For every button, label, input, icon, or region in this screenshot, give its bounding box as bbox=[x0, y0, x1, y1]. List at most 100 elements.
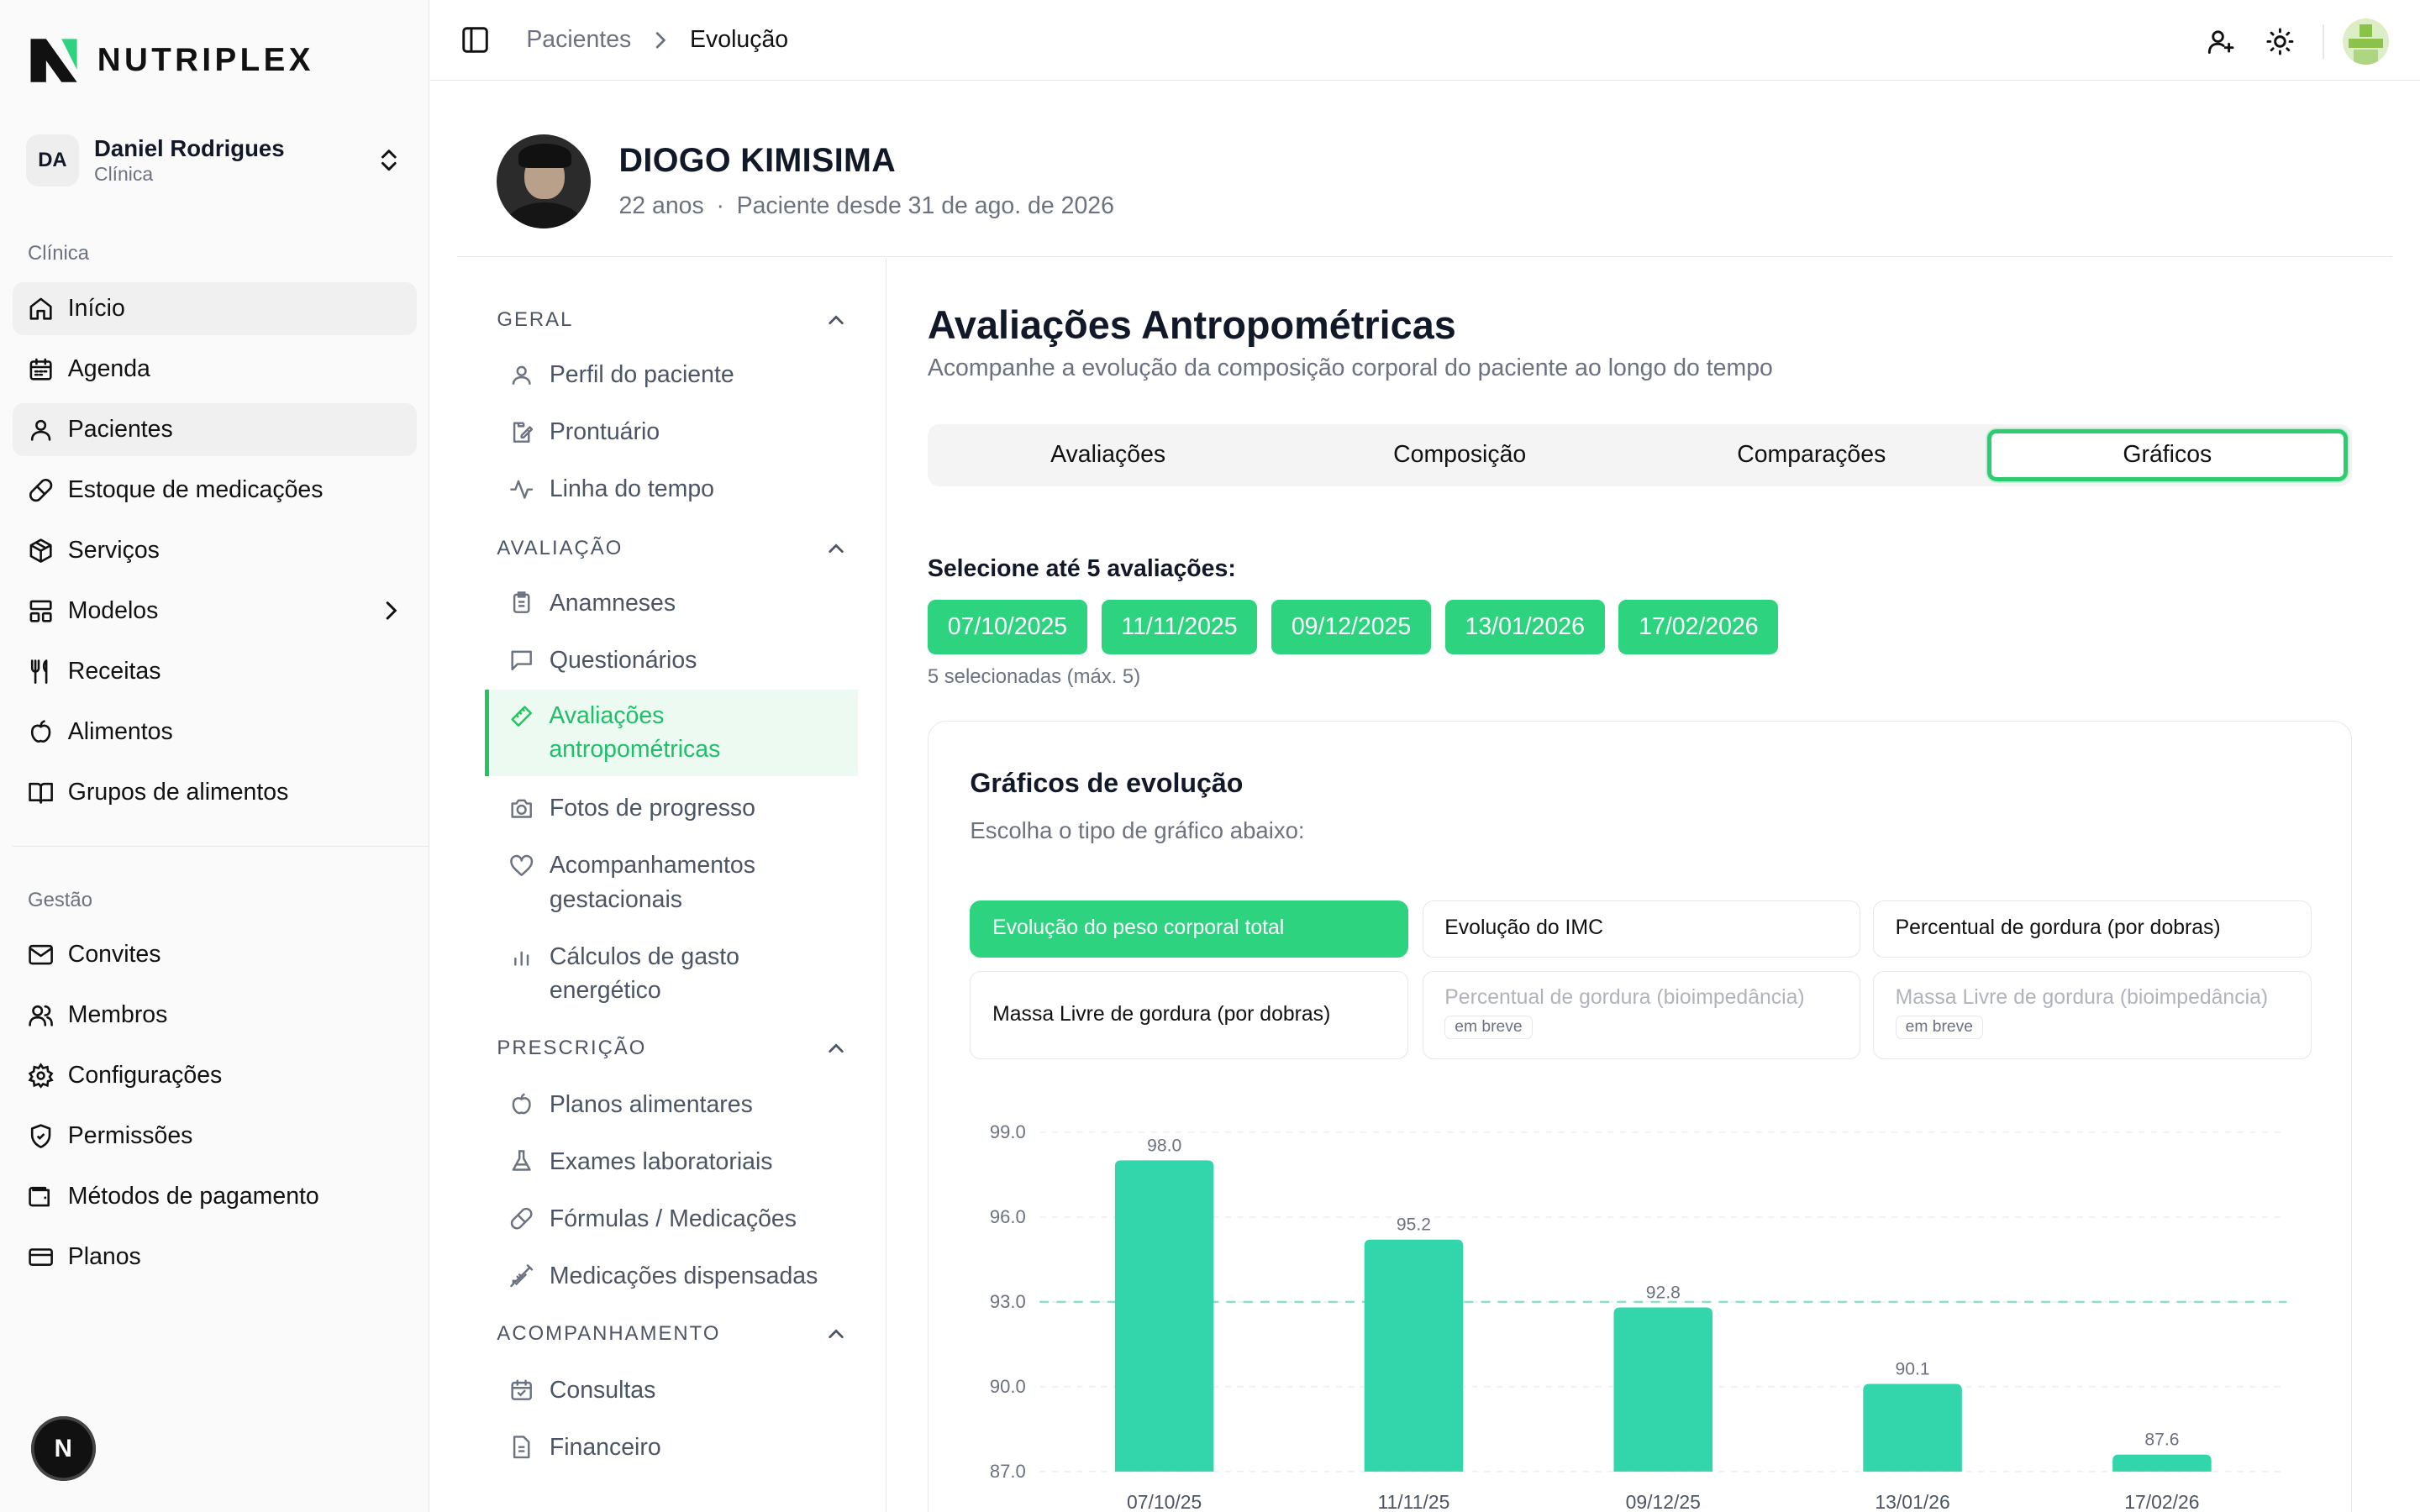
account-role: Clínica bbox=[94, 163, 154, 186]
subnav-item-questionarios[interactable]: Questionários bbox=[485, 643, 858, 677]
mail-icon bbox=[29, 945, 53, 965]
clipboard-edit-icon bbox=[513, 422, 534, 443]
user-plus-icon[interactable] bbox=[2206, 27, 2235, 56]
dev-badge[interactable]: N bbox=[30, 1416, 96, 1482]
chart-type-label: Evolução do IMC bbox=[1444, 916, 1603, 939]
chart-y-tick-label: 99.0 bbox=[990, 1121, 1026, 1142]
ruler-icon bbox=[511, 705, 532, 727]
subnav-item-label: Fotos de progresso bbox=[549, 795, 755, 822]
pill-icon bbox=[29, 478, 53, 501]
file-text-icon bbox=[513, 1436, 530, 1459]
flask-icon bbox=[512, 1150, 531, 1172]
sidebar-item-grupos-alimentos[interactable]: Grupos de alimentos bbox=[13, 766, 417, 818]
chart-type-massa-livre-dobras[interactable]: Massa Livre de gordura (por dobras) bbox=[970, 971, 1409, 1059]
sidebar-item-permissoes[interactable]: Permissões bbox=[13, 1110, 417, 1163]
coming-soon-badge: em breve bbox=[1444, 1016, 1533, 1039]
pill-icon bbox=[510, 1208, 533, 1230]
chart-x-tick-label: 11/11/25 bbox=[1377, 1490, 1449, 1512]
subnav-item-medicacoes-dispensadas[interactable]: Medicações dispensadas bbox=[485, 1259, 858, 1293]
subnav-item-avaliacoes-antropometricas[interactable]: Avaliações antropométricas bbox=[484, 690, 859, 776]
subnav-item-gasto-energetico[interactable]: Cálculos de gasto energético bbox=[485, 940, 858, 1008]
sidebar-toggle-icon[interactable] bbox=[461, 26, 489, 54]
sidebar-item-servicos[interactable]: Serviços bbox=[13, 524, 417, 576]
evaluation-chip[interactable]: 09/12/2025 bbox=[1270, 600, 1432, 654]
account-switcher[interactable]: DA Daniel Rodrigues Clínica bbox=[26, 129, 412, 191]
sidebar-item-convites[interactable]: Convites bbox=[13, 929, 417, 981]
sidebar-section-gestao: Gestão bbox=[28, 888, 92, 911]
chart-x-tick-label: 09/12/25 bbox=[1625, 1490, 1700, 1512]
evaluation-chip[interactable]: 17/02/2026 bbox=[1618, 600, 1779, 654]
home-icon bbox=[29, 297, 52, 320]
utensils-icon bbox=[30, 659, 48, 684]
subnav-group-title: PRESCRIÇÃO bbox=[497, 1037, 647, 1060]
chart-x-tick-label: 07/10/25 bbox=[1127, 1490, 1202, 1512]
sidebar-item-label: Configurações bbox=[67, 1062, 223, 1089]
sidebar-section-clinica: Clínica bbox=[28, 242, 89, 265]
header-divider bbox=[456, 255, 2392, 257]
view-tabs: Avaliações Composição Comparações Gráfic… bbox=[927, 424, 2353, 486]
coming-soon-badge: em breve bbox=[1895, 1016, 1983, 1039]
sidebar-item-metodos-pagamento[interactable]: Métodos de pagamento bbox=[13, 1171, 417, 1223]
brand-logo[interactable]: NUTRIPLEX bbox=[26, 33, 314, 88]
sidebar-item-receitas[interactable]: Receitas bbox=[13, 645, 417, 697]
evaluation-chip[interactable]: 07/10/2025 bbox=[927, 600, 1087, 654]
patient-header: DIOGO KIMISIMA 22 anos · Paciente desde 31… bbox=[497, 134, 1114, 228]
tab-avaliacoes[interactable]: Avaliações bbox=[932, 429, 1284, 481]
sidebar: NUTRIPLEX DA Daniel Rodrigues Clínica Cl… bbox=[0, 0, 429, 1512]
sidebar-item-alimentos[interactable]: Alimentos bbox=[13, 706, 417, 758]
subnav-item-formulas[interactable]: Fórmulas / Medicações bbox=[485, 1202, 858, 1236]
sidebar-item-planos[interactable]: Planos bbox=[13, 1231, 417, 1284]
card-subtitle: Escolha o tipo de gráfico abaixo: bbox=[970, 816, 1305, 843]
subnav-item-label: Financeiro bbox=[549, 1433, 661, 1461]
sidebar-item-agenda[interactable]: Agenda bbox=[13, 343, 417, 395]
breadcrumb-parent[interactable]: Pacientes bbox=[526, 26, 631, 54]
chart-type-peso-total[interactable]: Evolução do peso corporal total bbox=[970, 900, 1409, 958]
subnav-item-anamneses[interactable]: Anamneses bbox=[485, 586, 858, 620]
subnav-group-geral[interactable]: GERAL bbox=[497, 308, 845, 332]
subnav-item-perfil[interactable]: Perfil do paciente bbox=[485, 358, 858, 391]
chart-type-massa-livre-bioimpedancia: Massa Livre de gordura (bioimpedância) e… bbox=[1872, 971, 2312, 1059]
sidebar-item-label: Métodos de pagamento bbox=[67, 1183, 319, 1210]
chart-type-label: Percentual de gordura (por dobras) bbox=[1895, 916, 2221, 939]
tab-comparacoes[interactable]: Comparações bbox=[1635, 429, 1987, 481]
calendar-icon bbox=[29, 358, 52, 381]
subnav-item-gestacionais[interactable]: Acompanhamentos gestacionais bbox=[485, 848, 858, 916]
chart-bar bbox=[1364, 1239, 1464, 1472]
sun-icon[interactable] bbox=[2265, 27, 2295, 56]
subnav-item-consultas[interactable]: Consultas bbox=[485, 1373, 858, 1407]
syringe-icon bbox=[510, 1264, 534, 1288]
subnav-group-acompanhamento[interactable]: ACOMPANHAMENTO bbox=[497, 1322, 845, 1346]
subnav-group-avaliacao[interactable]: AVALIAÇÃO bbox=[497, 537, 845, 560]
sidebar-item-label: Planos bbox=[67, 1243, 141, 1271]
subnav-item-label: Perfil do paciente bbox=[549, 361, 734, 389]
camera-icon bbox=[511, 799, 533, 818]
subnav-item-exames[interactable]: Exames laboratoriais bbox=[485, 1145, 858, 1179]
evaluation-chip[interactable]: 13/01/2026 bbox=[1444, 600, 1605, 654]
subnav-item-prontuario[interactable]: Prontuário bbox=[485, 415, 858, 449]
sidebar-item-estoque[interactable]: Estoque de medicações bbox=[13, 464, 417, 516]
chart-type-imc[interactable]: Evolução do IMC bbox=[1422, 900, 1861, 958]
subnav-item-linha-tempo[interactable]: Linha do tempo bbox=[485, 472, 858, 506]
sidebar-item-pacientes[interactable]: Pacientes bbox=[12, 403, 417, 456]
sidebar-item-label: Agenda bbox=[67, 354, 150, 382]
topbar-actions bbox=[2175, 18, 2390, 66]
subnav-item-financeiro[interactable]: Financeiro bbox=[485, 1431, 858, 1464]
user-avatar[interactable] bbox=[2343, 18, 2390, 66]
chart-y-tick-label: 87.0 bbox=[990, 1461, 1026, 1482]
evaluation-chip[interactable]: 11/11/2025 bbox=[1101, 600, 1258, 654]
breadcrumb-current: Evolução bbox=[690, 26, 789, 54]
tab-composicao[interactable]: Composição bbox=[1284, 429, 1636, 481]
tab-graficos[interactable]: Gráficos bbox=[1987, 428, 2348, 482]
subnav-item-planos-alimentares[interactable]: Planos alimentares bbox=[485, 1088, 858, 1121]
book-open-icon bbox=[29, 782, 53, 804]
subnav-item-fotos[interactable]: Fotos de progresso bbox=[485, 791, 858, 825]
chart-type-gordura-dobras[interactable]: Percentual de gordura (por dobras) bbox=[1872, 900, 2312, 958]
sidebar-item-inicio[interactable]: Início bbox=[12, 282, 417, 335]
sidebar-item-configuracoes[interactable]: Configurações bbox=[13, 1050, 417, 1102]
subnav-group-prescricao[interactable]: PRESCRIÇÃO bbox=[497, 1037, 845, 1060]
subnav-item-label: Consultas bbox=[549, 1376, 656, 1404]
sidebar-item-modelos[interactable]: Modelos bbox=[13, 585, 417, 637]
chart-type-label: Massa Livre de gordura (por dobras) bbox=[992, 1003, 1331, 1026]
chart-data-label: 90.1 bbox=[1895, 1359, 1929, 1378]
sidebar-item-membros[interactable]: Membros bbox=[13, 990, 417, 1042]
